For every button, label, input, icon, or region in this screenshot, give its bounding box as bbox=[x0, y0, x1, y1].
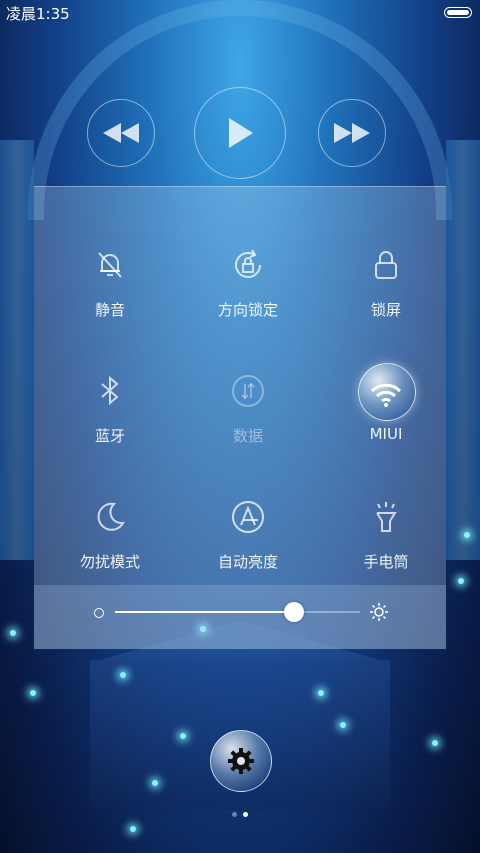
page-dot-active[interactable] bbox=[243, 812, 248, 817]
play-icon bbox=[229, 118, 253, 148]
wifi-icon bbox=[370, 383, 402, 407]
toggle-mobile-data[interactable]: 数据 bbox=[188, 373, 308, 463]
sparkle bbox=[432, 740, 438, 746]
toggle-silent[interactable]: 静音 bbox=[50, 247, 170, 337]
toggle-label: 自动亮度 bbox=[217, 553, 278, 571]
brightness-slider-thumb[interactable] bbox=[283, 602, 304, 622]
toggle-do-not-disturb[interactable]: 勿扰模式 bbox=[50, 499, 170, 589]
toggle-label: 数据 bbox=[232, 427, 263, 445]
gear-icon bbox=[228, 748, 254, 774]
quick-settings-panel: 静音 方向锁定 锁屏 蓝牙 数据 MIUI 勿扰模式 自动亮度 手电筒 bbox=[34, 186, 446, 585]
toggle-flashlight[interactable]: 手电筒 bbox=[326, 499, 446, 589]
flashlight-icon bbox=[376, 502, 397, 532]
auto-brightness-icon bbox=[232, 501, 264, 533]
toggle-bluetooth[interactable]: 蓝牙 bbox=[50, 373, 170, 463]
background-column-right bbox=[446, 140, 480, 560]
background-column-left bbox=[0, 140, 34, 560]
rotation-lock-icon bbox=[235, 249, 261, 278]
settings-button[interactable] bbox=[210, 730, 272, 792]
brightness-high-icon bbox=[370, 603, 388, 621]
rewind-icon bbox=[103, 123, 139, 143]
toggle-label: 蓝牙 bbox=[94, 427, 125, 445]
toggle-auto-brightness[interactable]: 自动亮度 bbox=[188, 499, 308, 589]
page-indicator bbox=[230, 812, 250, 818]
sparkle bbox=[152, 780, 158, 786]
bluetooth-icon bbox=[101, 375, 119, 406]
status-bar: 凌晨1:35 bbox=[0, 0, 480, 26]
page-dot[interactable] bbox=[232, 812, 237, 817]
sparkle bbox=[464, 532, 470, 538]
sparkle bbox=[10, 630, 16, 636]
toggle-label: 锁屏 bbox=[370, 301, 401, 319]
sparkle bbox=[30, 690, 36, 696]
toggle-lock-screen[interactable]: 锁屏 bbox=[326, 247, 446, 337]
toggle-wifi[interactable]: MIUI bbox=[326, 363, 446, 463]
rewind-button[interactable] bbox=[87, 99, 155, 167]
sparkle bbox=[318, 690, 324, 696]
brightness-slider[interactable] bbox=[115, 602, 360, 622]
toggle-label: MIUI bbox=[369, 425, 403, 443]
fast-forward-icon bbox=[334, 123, 370, 143]
brightness-bar bbox=[34, 585, 446, 649]
sparkle bbox=[458, 578, 464, 584]
battery-icon bbox=[444, 7, 472, 18]
sparkle bbox=[120, 672, 126, 678]
play-button[interactable] bbox=[194, 87, 286, 179]
toggle-label: 勿扰模式 bbox=[79, 553, 140, 571]
fast-forward-button[interactable] bbox=[318, 99, 386, 167]
toggle-label: 方向锁定 bbox=[217, 301, 278, 319]
sparkle bbox=[130, 826, 136, 832]
toggle-label: 手电筒 bbox=[363, 553, 409, 571]
lock-icon bbox=[375, 251, 397, 279]
toggle-rotation-lock[interactable]: 方向锁定 bbox=[188, 247, 308, 337]
status-time: 凌晨1:35 bbox=[6, 5, 70, 23]
mobile-data-icon bbox=[232, 375, 264, 407]
sparkle bbox=[340, 722, 346, 728]
moon-icon bbox=[97, 502, 125, 531]
bell-off-icon bbox=[98, 252, 122, 278]
brightness-low-icon bbox=[94, 608, 104, 618]
toggle-label: 静音 bbox=[94, 301, 125, 319]
brightness-slider-fill bbox=[115, 611, 294, 613]
sparkle bbox=[180, 733, 186, 739]
